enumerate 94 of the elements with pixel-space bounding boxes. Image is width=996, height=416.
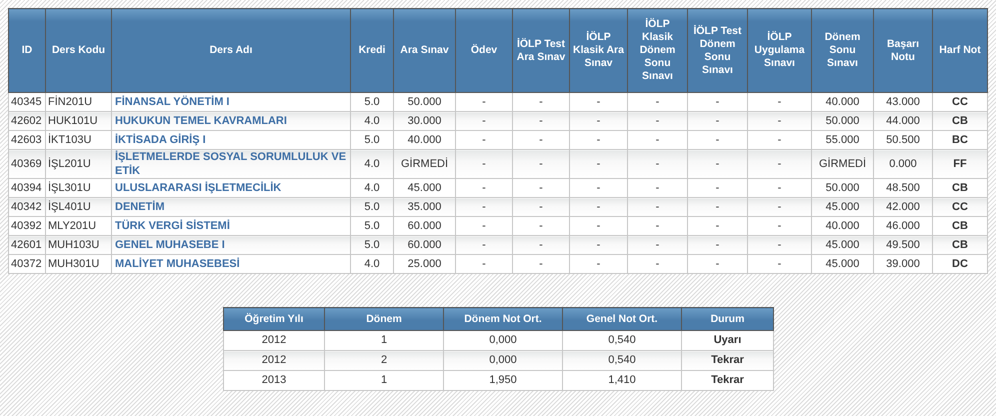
table-cell: MUH301U <box>46 254 112 274</box>
table-cell: - <box>688 112 748 130</box>
table-cell: 35.000 <box>394 198 456 216</box>
table-cell: 60.000 <box>394 236 456 254</box>
column-header: Genel Not Ort. <box>562 308 682 330</box>
table-cell: - <box>512 236 570 254</box>
table-cell: - <box>570 236 628 254</box>
column-header: Harf Not <box>932 8 988 92</box>
table-cell: 1,950 <box>444 370 562 390</box>
table-cell: HUK101U <box>46 112 112 130</box>
table-cell: 44.000 <box>874 112 932 130</box>
table-cell: - <box>456 198 512 216</box>
table-cell: 39.000 <box>874 254 932 274</box>
table-cell: 4.0 <box>350 254 394 274</box>
table-cell: - <box>628 236 688 254</box>
grade-cell: Tekrar <box>682 370 774 390</box>
column-header: İÖLP Klasik Dönem Sonu Sınavı <box>628 8 688 92</box>
table-cell: GİRMEDİ <box>812 150 874 178</box>
table-cell: 1,410 <box>562 370 682 390</box>
column-header: İÖLP Uygulama Sınavı <box>748 8 812 92</box>
grade-cell: Tekrar <box>682 350 774 370</box>
table-cell: - <box>570 254 628 274</box>
table-cell: 4.0 <box>350 150 394 178</box>
table-cell: 25.000 <box>394 254 456 274</box>
table-cell: 0,000 <box>444 350 562 370</box>
table-cell: 40342 <box>8 198 46 216</box>
table-cell: 42601 <box>8 236 46 254</box>
table-cell: 45.000 <box>812 254 874 274</box>
table-cell: - <box>688 254 748 274</box>
table-cell: 40372 <box>8 254 46 274</box>
column-header: Ders Kodu <box>46 8 112 92</box>
table-cell: 49.500 <box>874 236 932 254</box>
table-cell: - <box>628 198 688 216</box>
column-header: Ödev <box>456 8 512 92</box>
column-header: İÖLP Test Ara Sınav <box>512 8 570 92</box>
table-cell: - <box>570 198 628 216</box>
table-cell: 45.000 <box>812 198 874 216</box>
table-cell: - <box>748 254 812 274</box>
table-cell: 2013 <box>224 370 324 390</box>
grade-cell: FF <box>932 150 988 178</box>
table-cell: - <box>570 150 628 178</box>
column-header: Dönem Sonu Sınavı <box>812 8 874 92</box>
table-cell: 2 <box>324 350 444 370</box>
grade-cell: DC <box>932 254 988 274</box>
table-cell: - <box>512 198 570 216</box>
column-header: Ara Sınav <box>394 8 456 92</box>
table-cell: - <box>512 112 570 130</box>
table-cell: MUH103U <box>46 236 112 254</box>
grade-cell: CB <box>932 112 988 130</box>
table-cell: - <box>570 112 628 130</box>
table-cell: 30.000 <box>394 112 456 130</box>
table-cell: - <box>456 254 512 274</box>
table-cell: - <box>688 236 748 254</box>
table-cell: İŞL401U <box>46 198 112 216</box>
table-cell: 5.0 <box>350 236 394 254</box>
table-cell: - <box>748 236 812 254</box>
grade-cell: CB <box>932 236 988 254</box>
table-cell: 0.000 <box>874 150 932 178</box>
table-cell: - <box>456 150 512 178</box>
column-header: Başarı Notu <box>874 8 932 92</box>
table-cell: 45.000 <box>812 236 874 254</box>
column-header: Kredi <box>350 8 394 92</box>
table-cell: - <box>628 254 688 274</box>
table-cell: İŞL201U <box>46 150 112 178</box>
column-header: Ders Adı <box>112 8 350 92</box>
table-cell: 50.000 <box>812 112 874 130</box>
table-cell: 5.0 <box>350 198 394 216</box>
table-cell: - <box>456 236 512 254</box>
table-cell: - <box>628 112 688 130</box>
column-header: Dönem <box>324 308 444 330</box>
table-cell: - <box>688 150 748 178</box>
table-cell: - <box>456 112 512 130</box>
grade-cell: CC <box>932 198 988 216</box>
table-cell: - <box>512 150 570 178</box>
column-header: İÖLP Klasik Ara Sınav <box>570 8 628 92</box>
column-header: ID <box>8 8 46 92</box>
table-cell: 40369 <box>8 150 46 178</box>
table-cell: 4.0 <box>350 112 394 130</box>
column-header: Dönem Not Ort. <box>444 308 562 330</box>
table-cell: 0,540 <box>562 350 682 370</box>
table-cell: - <box>688 198 748 216</box>
table-cell: - <box>628 150 688 178</box>
table-cell: 1 <box>324 370 444 390</box>
table-cell: - <box>748 150 812 178</box>
column-header: Durum <box>682 308 774 330</box>
table-cell: 2012 <box>224 350 324 370</box>
table-cell: - <box>748 112 812 130</box>
column-header: Öğretim Yılı <box>224 308 324 330</box>
table-cell: - <box>748 198 812 216</box>
table-cell: 42.000 <box>874 198 932 216</box>
column-header: İÖLP Test Dönem Sonu Sınavı <box>688 8 748 92</box>
table-cell: GİRMEDİ <box>394 150 456 178</box>
table-cell: - <box>512 254 570 274</box>
table-cell: 42602 <box>8 112 46 130</box>
